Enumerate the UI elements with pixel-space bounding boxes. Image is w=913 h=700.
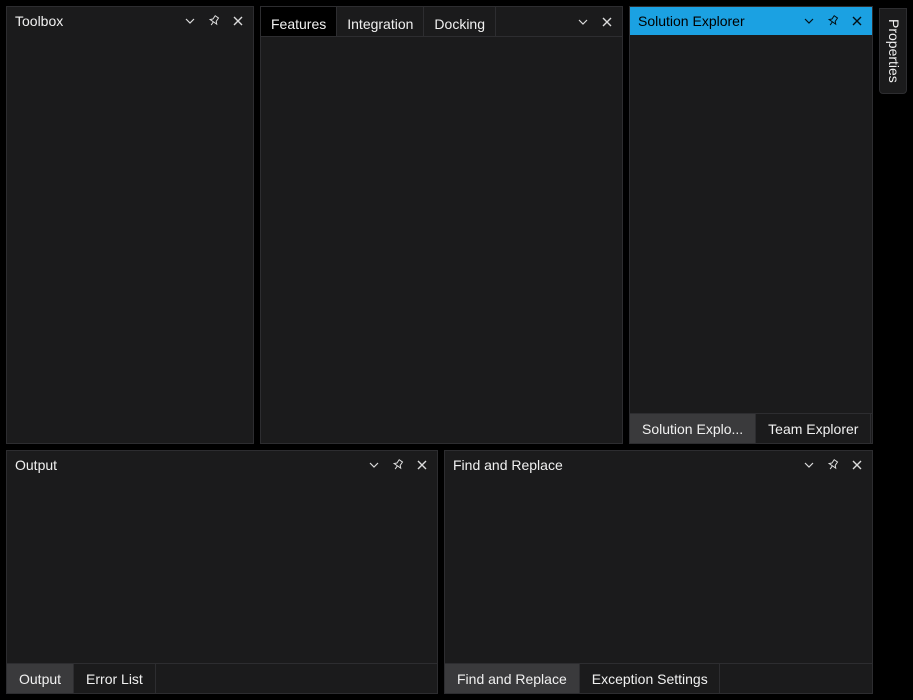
bottom-row: Output Output xyxy=(6,450,873,694)
autohide-strip: Properties xyxy=(879,6,907,694)
close-icon[interactable] xyxy=(846,10,868,32)
close-icon[interactable] xyxy=(596,11,618,33)
pin-icon[interactable] xyxy=(387,454,409,476)
close-icon[interactable] xyxy=(227,10,249,32)
tabstrip-spacer xyxy=(496,7,572,36)
find-bottom-tabs: Find and Replace Exception Settings xyxy=(445,663,872,693)
document-panel: Features Integration Docking xyxy=(260,6,623,444)
dropdown-icon[interactable] xyxy=(798,10,820,32)
main-column: Toolbox xyxy=(6,6,873,694)
dropdown-icon[interactable] xyxy=(179,10,201,32)
solution-header-buttons xyxy=(798,10,868,32)
tab-find-replace[interactable]: Find and Replace xyxy=(445,664,580,693)
tab-exception-settings[interactable]: Exception Settings xyxy=(580,664,720,693)
tab-features[interactable]: Features xyxy=(261,7,337,36)
find-replace-title: Find and Replace xyxy=(453,457,798,473)
output-body xyxy=(7,479,437,663)
top-row: Toolbox xyxy=(6,6,873,444)
output-panel: Output Output xyxy=(6,450,438,694)
autohide-tab-properties[interactable]: Properties xyxy=(879,8,907,94)
pin-icon[interactable] xyxy=(203,10,225,32)
find-header-buttons xyxy=(798,454,868,476)
tab-team-explorer[interactable]: Team Explorer xyxy=(756,414,871,443)
output-header-buttons xyxy=(363,454,433,476)
pin-icon[interactable] xyxy=(822,454,844,476)
solution-explorer-body xyxy=(630,35,872,413)
toolbox-header-buttons xyxy=(179,10,249,32)
solution-bottom-tabs: Solution Explo... Team Explorer xyxy=(630,413,872,443)
tab-docking[interactable]: Docking xyxy=(424,7,496,36)
close-icon[interactable] xyxy=(411,454,433,476)
tab-error-list[interactable]: Error List xyxy=(74,664,156,693)
document-header-buttons xyxy=(572,7,622,36)
output-header[interactable]: Output xyxy=(7,451,437,479)
toolbox-title: Toolbox xyxy=(15,13,179,29)
solution-explorer-title: Solution Explorer xyxy=(638,13,798,29)
tab-solution-explorer[interactable]: Solution Explo... xyxy=(630,414,756,443)
tab-output[interactable]: Output xyxy=(7,664,74,693)
dropdown-icon[interactable] xyxy=(798,454,820,476)
close-icon[interactable] xyxy=(846,454,868,476)
document-body xyxy=(261,37,622,443)
dropdown-icon[interactable] xyxy=(572,11,594,33)
document-tabstrip: Features Integration Docking xyxy=(261,7,622,37)
tab-integration[interactable]: Integration xyxy=(337,7,424,36)
find-replace-header[interactable]: Find and Replace xyxy=(445,451,872,479)
dropdown-icon[interactable] xyxy=(363,454,385,476)
find-replace-panel: Find and Replace F xyxy=(444,450,873,694)
toolbox-header[interactable]: Toolbox xyxy=(7,7,253,35)
solution-explorer-panel: Solution Explorer xyxy=(629,6,873,444)
ide-root: Toolbox xyxy=(0,0,913,700)
pin-icon[interactable] xyxy=(822,10,844,32)
output-title: Output xyxy=(15,457,363,473)
toolbox-body xyxy=(7,35,253,443)
toolbox-panel: Toolbox xyxy=(6,6,254,444)
output-bottom-tabs: Output Error List xyxy=(7,663,437,693)
find-replace-body xyxy=(445,479,872,663)
solution-explorer-header[interactable]: Solution Explorer xyxy=(630,7,872,35)
